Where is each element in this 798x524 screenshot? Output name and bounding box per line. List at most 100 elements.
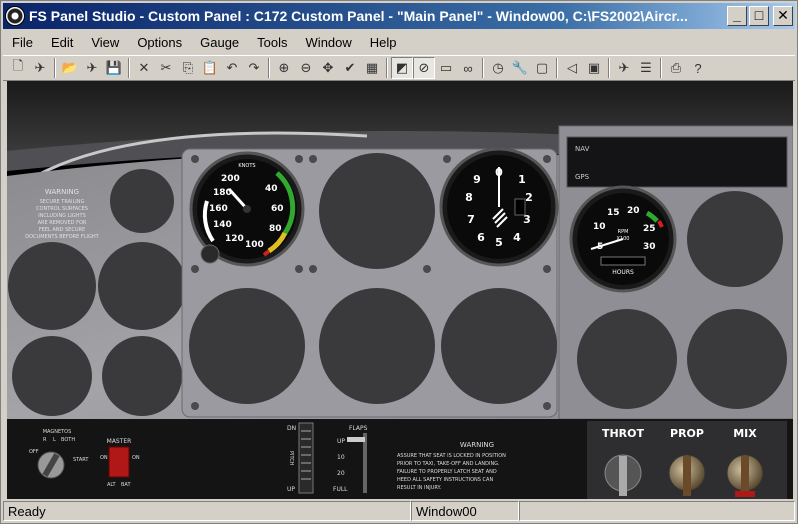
svg-text:CONTROL SURFACES: CONTROL SURFACES [36,206,88,212]
blank-hole [577,309,677,409]
svg-text:RPM: RPM [618,229,629,235]
svg-text:160: 160 [209,204,228,214]
svg-text:FAILURE TO PROPERLY LATCH SEAT: FAILURE TO PROPERLY LATCH SEAT AND [397,469,497,475]
svg-text:START: START [73,457,89,463]
prop-lever[interactable]: PROP [668,427,706,496]
toolbar: 🗋 ✈ 📂 ✈ 💾 ✕ ✂ ⎘ 📋 ↶ ↷ ⊕ ⊖ ✥ ✔ ▦ ◩ ⊘ ▭ ∞ ◷ 🔧 ▢ ◁ ▣ ✈ ☰ ⎙? [3,55,795,81]
svg-text:20: 20 [337,470,345,477]
menu-file[interactable]: File [3,35,42,50]
zoom-out-icon[interactable]: ⊖ [295,57,317,79]
help-icon[interactable]: ? [687,57,709,79]
airspeed-knob [200,244,220,264]
background-icon[interactable]: ◩ [391,57,413,79]
blank-hole [319,288,435,404]
blank-hole [189,288,305,404]
rectangle-icon[interactable]: ▭ [435,57,457,79]
svg-text:MIX: MIX [733,427,757,440]
status-text: Ready [3,501,411,521]
toolbar-separator [556,58,558,78]
window-icon[interactable]: ▢ [531,57,553,79]
app-logo-icon[interactable] [5,6,25,26]
svg-text:FULL: FULL [333,486,348,493]
aircraft-icon[interactable]: ✈ [29,57,51,79]
svg-text:60: 60 [271,204,284,214]
menu-edit[interactable]: Edit [42,35,82,50]
redo-icon[interactable]: ↷ [243,57,265,79]
svg-text:PROP: PROP [670,427,704,440]
menu-window[interactable]: Window [297,35,361,50]
copy-icon[interactable]: ⎘ [177,57,199,79]
svg-text:SECURE TRAILING: SECURE TRAILING [40,199,85,205]
menu-options[interactable]: Options [128,35,191,50]
minimize-button[interactable]: _ [727,6,747,26]
svg-text:9: 9 [473,173,481,186]
blank-hole [12,336,92,416]
svg-text:PRIOR TO TAXI, TAKE-OFF AND LA: PRIOR TO TAXI, TAKE-OFF AND LANDING. [397,461,500,467]
svg-text:ON: ON [132,455,140,461]
menu-view[interactable]: View [82,35,128,50]
svg-text:BOTH: BOTH [61,437,75,443]
panel-canvas[interactable]: WARNING SECURE TRAILING CONTROL SURFACES… [7,81,793,499]
svg-text:MASTER: MASTER [107,438,132,445]
toolbar-separator [386,58,388,78]
nav-gps-display[interactable]: NAV GPS [566,136,788,188]
tachometer[interactable]: 5 10 15 20 25 30 RPM X100 HOURS [569,185,677,293]
svg-text:25: 25 [643,224,656,234]
delete-icon[interactable]: ✕ [133,57,155,79]
svg-text:R: R [43,437,47,443]
status-extra [519,501,795,521]
binoculars-icon[interactable]: ∞ [457,57,479,79]
status-window: Window00 [411,501,519,521]
paste-icon[interactable]: 📋 [199,57,221,79]
blank-hole [687,309,787,409]
print-icon[interactable]: ⎙ [665,57,687,79]
svg-text:WARNING: WARNING [45,188,79,196]
grid-icon[interactable]: ▦ [361,57,383,79]
gauge-icon[interactable]: ◷ [487,57,509,79]
new-icon[interactable]: 🗋 [7,57,29,79]
title-bar[interactable]: FS Panel Studio - Custom Panel : C172 Cu… [3,3,795,29]
list-icon[interactable]: ☰ [635,57,657,79]
wrench-icon[interactable]: 🔧 [509,57,531,79]
undo-icon[interactable]: ↶ [221,57,243,79]
toolbar-separator [268,58,270,78]
airspeed-indicator[interactable]: KNOTS 40 60 80 100 120 140 160 180 200 [189,151,305,267]
check-icon[interactable]: ✔ [339,57,361,79]
menu-gauge[interactable]: Gauge [191,35,248,50]
save-icon[interactable]: 💾 [103,57,125,79]
no-background-icon[interactable]: ⊘ [413,57,435,79]
menu-tools[interactable]: Tools [248,35,296,50]
svg-text:140: 140 [213,220,232,230]
image-icon[interactable]: ▣ [583,57,605,79]
zoom-in-icon[interactable]: ⊕ [273,57,295,79]
fit-icon[interactable]: ✥ [317,57,339,79]
svg-text:THROT: THROT [602,427,645,440]
svg-text:8: 8 [465,191,473,204]
menu-help[interactable]: Help [361,35,406,50]
svg-text:20: 20 [627,206,640,216]
altimeter[interactable]: 0 1 2 3 4 5 6 7 8 9 [439,147,559,267]
svg-text:KNOTS: KNOTS [238,163,255,169]
svg-text:L: L [53,437,56,443]
cut-icon[interactable]: ✂ [155,57,177,79]
svg-text:RESULT IN INJURY.: RESULT IN INJURY. [397,485,442,491]
svg-text:40: 40 [265,184,278,194]
svg-text:PITCH: PITCH [288,451,294,466]
toolbar-separator [128,58,130,78]
toolbar-separator [54,58,56,78]
svg-text:DN: DN [287,425,296,432]
toolbar-separator [482,58,484,78]
toolbar-separator [608,58,610,78]
plane-icon[interactable]: ✈ [613,57,635,79]
blank-hole [102,336,182,416]
svg-text:ALT: ALT [107,482,117,488]
maximize-button[interactable]: □ [749,6,769,26]
close-button[interactable]: ✕ [773,6,793,26]
svg-text:HEED ALL SAFETY INSTRUCTIONS C: HEED ALL SAFETY INSTRUCTIONS CAN [397,477,493,483]
svg-text:120: 120 [225,234,244,244]
open-aircraft-icon[interactable]: ✈ [81,57,103,79]
svg-text:ON: ON [100,455,108,461]
speaker-icon[interactable]: ◁ [561,57,583,79]
open-icon[interactable]: 📂 [59,57,81,79]
svg-text:MAGNETOS: MAGNETOS [43,429,72,435]
